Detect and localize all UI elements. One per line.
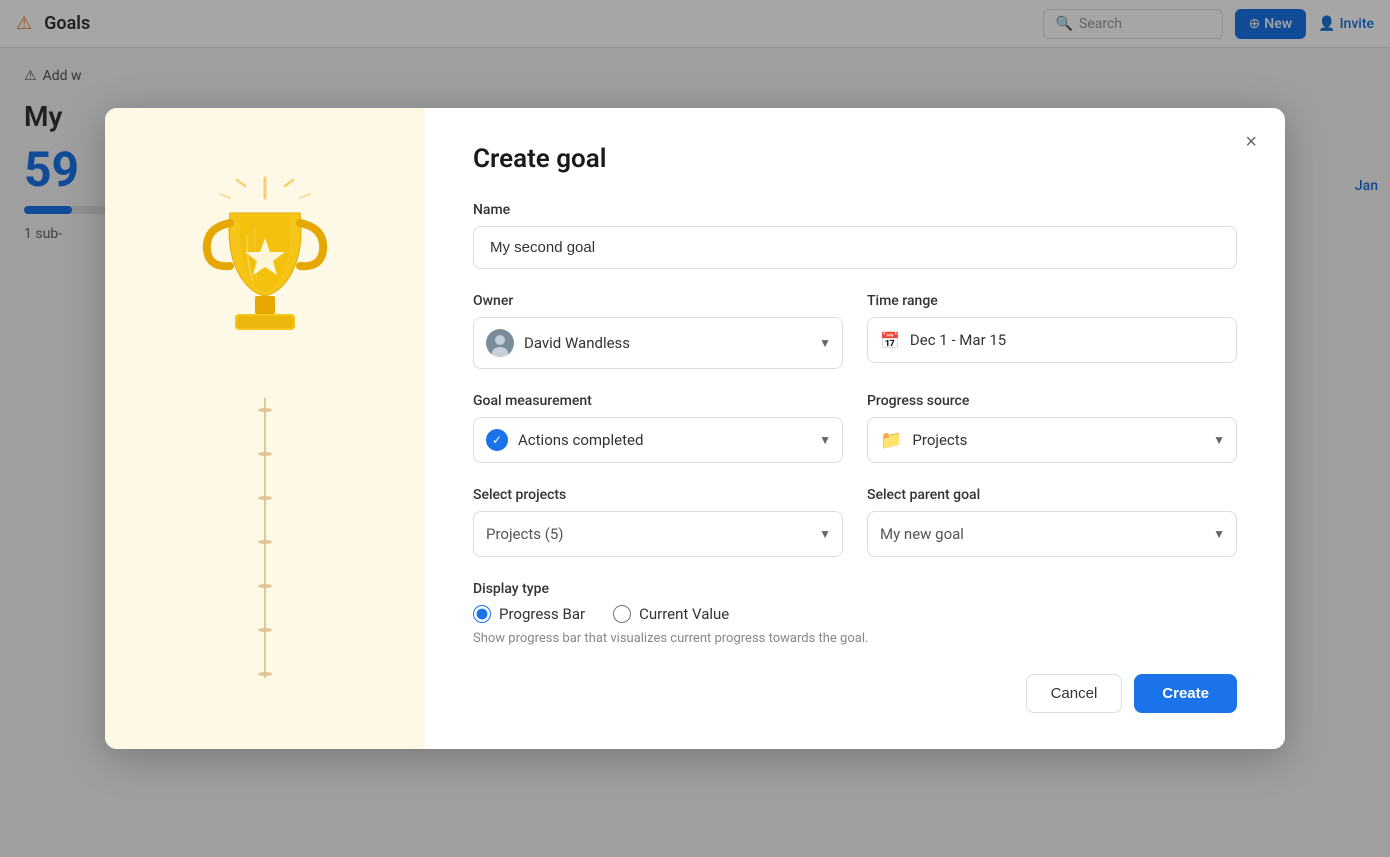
- progress-source-select[interactable]: 📁 Projects: [867, 417, 1237, 463]
- calendar-icon: 📅: [880, 331, 900, 350]
- modal-footer: Cancel Create: [473, 674, 1237, 713]
- goal-measurement-select-wrapper: ✓ Actions completed ▼: [473, 417, 843, 463]
- current-value-label: Current Value: [639, 605, 729, 623]
- select-parent-goal-group: Select parent goal My new goal ▼: [867, 487, 1237, 557]
- current-value-radio[interactable]: [613, 605, 631, 623]
- trophy-container: [175, 168, 355, 678]
- name-group: Name: [473, 202, 1237, 269]
- progress-bar-label: Progress Bar: [499, 605, 585, 623]
- modal-title: Create goal: [473, 144, 1237, 174]
- create-goal-modal: Create goal × Name Owner: [105, 108, 1285, 749]
- owner-group: Owner David Wandless: [473, 293, 843, 369]
- measurement-source-row: Goal measurement ✓ Actions completed ▼ P…: [473, 393, 1237, 463]
- time-range-select-wrapper: 📅 Dec 1 - Mar 15: [867, 317, 1237, 363]
- trophy-icon: [175, 168, 355, 388]
- display-type-group: Display type Progress Bar Current Value …: [473, 581, 1237, 646]
- select-projects-group: Select projects Projects (5) ▼: [473, 487, 843, 557]
- progress-source-select-wrapper: 📁 Projects ▼: [867, 417, 1237, 463]
- owner-label: Owner: [473, 293, 843, 309]
- owner-time-row: Owner David Wandless: [473, 293, 1237, 369]
- folder-icon: 📁: [880, 430, 902, 451]
- goal-measurement-value: Actions completed: [518, 431, 802, 449]
- trophy-dots: [258, 398, 272, 678]
- goal-measurement-group: Goal measurement ✓ Actions completed ▼: [473, 393, 843, 463]
- owner-select[interactable]: David Wandless: [473, 317, 843, 369]
- cancel-button[interactable]: Cancel: [1026, 674, 1123, 713]
- time-range-select[interactable]: 📅 Dec 1 - Mar 15: [867, 317, 1237, 363]
- name-input[interactable]: [473, 226, 1237, 269]
- close-button[interactable]: ×: [1241, 128, 1261, 156]
- display-type-hint: Show progress bar that visualizes curren…: [473, 631, 1237, 646]
- select-parent-goal-wrapper: My new goal ▼: [867, 511, 1237, 557]
- goal-measurement-select[interactable]: ✓ Actions completed: [473, 417, 843, 463]
- select-projects-label: Select projects: [473, 487, 843, 503]
- progress-source-label: Progress source: [867, 393, 1237, 409]
- modal-form-panel: Create goal × Name Owner: [425, 108, 1285, 749]
- owner-select-wrapper: David Wandless ▼: [473, 317, 843, 369]
- current-value-option[interactable]: Current Value: [613, 605, 729, 623]
- select-projects-wrapper: Projects (5) ▼: [473, 511, 843, 557]
- display-type-label: Display type: [473, 581, 1237, 597]
- parent-goal-value: My new goal: [880, 525, 1196, 543]
- projects-value: Projects (5): [486, 525, 802, 543]
- check-icon: ✓: [486, 429, 508, 451]
- progress-bar-option[interactable]: Progress Bar: [473, 605, 585, 623]
- radio-options: Progress Bar Current Value: [473, 605, 1237, 623]
- select-parent-goal-label: Select parent goal: [867, 487, 1237, 503]
- time-range-label: Time range: [867, 293, 1237, 309]
- time-range-value: Dec 1 - Mar 15: [910, 331, 1196, 349]
- progress-source-value: Projects: [912, 431, 1196, 449]
- name-label: Name: [473, 202, 1237, 218]
- modal-illustration-panel: [105, 108, 425, 749]
- owner-value: David Wandless: [524, 334, 802, 352]
- goal-measurement-label: Goal measurement: [473, 393, 843, 409]
- progress-bar-radio[interactable]: [473, 605, 491, 623]
- select-projects-select[interactable]: Projects (5): [473, 511, 843, 557]
- create-button[interactable]: Create: [1134, 674, 1237, 713]
- modal-overlay: Create goal × Name Owner: [0, 0, 1390, 857]
- progress-source-group: Progress source 📁 Projects ▼: [867, 393, 1237, 463]
- avatar: [486, 329, 514, 357]
- select-parent-goal-select[interactable]: My new goal: [867, 511, 1237, 557]
- time-range-group: Time range 📅 Dec 1 - Mar 15: [867, 293, 1237, 369]
- projects-parent-row: Select projects Projects (5) ▼ Select pa…: [473, 487, 1237, 557]
